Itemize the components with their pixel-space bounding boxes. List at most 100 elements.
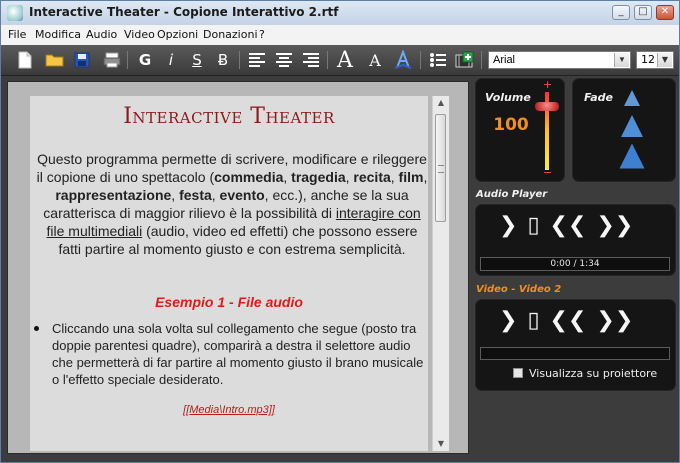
align-center-icon [276, 53, 292, 67]
chevron-down-icon[interactable]: ▼ [614, 53, 629, 67]
intro-keyword: commedia [214, 169, 284, 185]
menu-modifica[interactable]: Modifica [35, 28, 81, 41]
intro-keyword: festa [179, 187, 212, 203]
intro-keyword: film [398, 169, 424, 185]
title-bar: Interactive Theater - Copione Interattiv… [1, 1, 679, 26]
text-color-button[interactable] [391, 49, 415, 71]
volume-plus-icon: + [543, 78, 553, 91]
rewind-icon[interactable]: ❮❮ [550, 308, 587, 333]
stop-icon[interactable]: ▯ [527, 213, 539, 238]
fade-controls[interactable] [616, 88, 646, 169]
audio-progress-bar[interactable]: 0:00 / 1:34 [480, 257, 670, 271]
underline-button[interactable]: S [185, 49, 209, 71]
minimize-button[interactable]: _ [612, 5, 630, 20]
audio-time: 0:00 / 1:34 [550, 259, 600, 269]
intro-separator: , [423, 169, 428, 185]
audio-player-label: Audio Player [476, 189, 548, 200]
volume-label: Volume [485, 91, 531, 104]
menu-audio[interactable]: Audio [86, 28, 117, 41]
bullet-item: Cliccando una sola volta sul collegament… [52, 321, 424, 387]
app-window: Interactive Theater - Copione Interattiv… [0, 0, 680, 463]
print-button[interactable] [100, 49, 124, 71]
save-button[interactable] [70, 49, 94, 71]
document-page[interactable]: Interactive Theater Questo programma per… [30, 96, 428, 451]
vertical-scrollbar[interactable]: ▲ ▼ [432, 96, 449, 451]
printer-icon [103, 52, 121, 68]
toolbar-separator [481, 51, 482, 69]
maximize-button[interactable]: □ [634, 5, 652, 20]
new-document-button[interactable] [13, 49, 37, 71]
insert-media-button[interactable] [453, 49, 477, 71]
align-right-icon [303, 53, 319, 67]
projector-checkbox[interactable] [513, 368, 523, 378]
intro-separator: , [390, 169, 399, 185]
intro-separator: , [283, 169, 292, 185]
scroll-thumb[interactable] [435, 114, 446, 222]
media-link[interactable]: [[Media\Intro.mp3]] [30, 404, 428, 416]
close-button[interactable]: ✕ [656, 5, 674, 20]
italic-button[interactable]: i [159, 49, 183, 71]
projector-option[interactable]: Visualizza su proiettore [513, 366, 673, 380]
intro-keyword: tragedia [291, 169, 346, 185]
align-left-button[interactable] [245, 49, 269, 71]
scroll-down-icon[interactable]: ▼ [433, 437, 449, 451]
font-family-select[interactable]: Arial ▼ [488, 51, 631, 69]
volume-slider-handle[interactable] [535, 102, 559, 111]
intro-separator: , [171, 187, 180, 203]
document-title: Interactive Theater [123, 104, 335, 129]
volume-panel: Volume 100 + − [474, 77, 566, 183]
rewind-icon[interactable]: ❮❮ [550, 213, 587, 238]
scroll-up-icon[interactable]: ▲ [433, 96, 449, 110]
strikethrough-button[interactable]: Ƀ [211, 49, 235, 71]
toolbar-separator [420, 51, 421, 69]
menu-help[interactable]: ? [259, 28, 265, 41]
font-size-select[interactable]: 12 ▼ [636, 51, 674, 69]
forward-icon[interactable]: ❯❯ [596, 213, 633, 238]
intro-keyword: evento [219, 187, 265, 203]
play-icon[interactable]: ❯ [499, 213, 517, 238]
volume-value: 100 [493, 115, 529, 135]
open-folder-button[interactable] [43, 49, 67, 71]
chevron-down-icon[interactable]: ▼ [657, 53, 672, 67]
stop-icon[interactable]: ▯ [527, 308, 539, 333]
intro-separator: , [211, 187, 220, 203]
video-player-panel: ❯ ▯ ❮❮ ❯❯ Visualizza su proiettore [474, 298, 677, 392]
audio-player-panel: ❯ ▯ ❮❮ ❯❯ 0:00 / 1:34 [474, 203, 677, 277]
menu-opzioni[interactable]: Opzioni [157, 28, 198, 41]
example-heading: Esempio 1 - File audio [155, 294, 303, 310]
menu-donazioni[interactable]: Donazioni [203, 28, 258, 41]
align-left-icon [249, 53, 265, 67]
increase-font-button[interactable]: A [333, 48, 357, 73]
app-icon [7, 5, 23, 21]
font-size-value: 12 [641, 53, 655, 66]
bullet-list-button[interactable] [426, 49, 450, 71]
fade-in-icon[interactable] [624, 90, 640, 106]
film-add-icon [455, 51, 474, 68]
align-right-button[interactable] [299, 49, 323, 71]
video-label: Video - Video 2 [476, 284, 562, 295]
window-title: Interactive Theater - Copione Interattiv… [29, 5, 339, 19]
menu-video[interactable]: Video [124, 28, 155, 41]
projector-label: Visualizza su proiettore [529, 366, 658, 380]
menu-bar: File Modifica Audio Video Opzioni Donazi… [1, 25, 679, 46]
toolbar-separator [327, 51, 328, 69]
align-center-button[interactable] [272, 49, 296, 71]
intro-keyword: recita [353, 169, 391, 185]
toolbar-separator [127, 51, 128, 69]
play-icon[interactable]: ❯ [499, 308, 517, 333]
bullet-list-icon [430, 53, 446, 67]
decrease-font-button[interactable]: A [363, 49, 387, 71]
fade-out-icon[interactable] [619, 143, 645, 169]
toolbar: G i S Ƀ A A Arial ▼ 12 ▼ [1, 45, 679, 76]
bold-button[interactable]: G [133, 49, 157, 71]
video-progress-bar[interactable] [480, 347, 670, 360]
grip-icon [438, 165, 444, 173]
menu-file[interactable]: File [8, 28, 26, 41]
editor-area[interactable]: Interactive Theater Questo programma per… [7, 81, 469, 454]
bullet-icon [34, 326, 39, 331]
fade-panel: Fade [571, 77, 677, 183]
forward-icon[interactable]: ❯❯ [596, 308, 633, 333]
audio-controls: ❯ ▯ ❮❮ ❯❯ [499, 212, 649, 238]
toolbar-separator [239, 51, 240, 69]
fade-mid-icon[interactable] [621, 115, 643, 137]
